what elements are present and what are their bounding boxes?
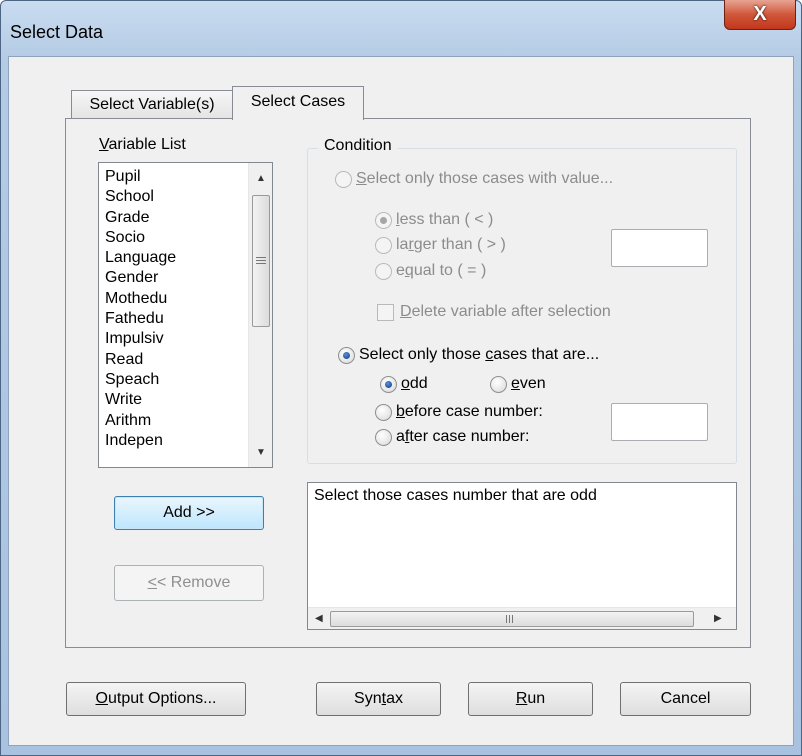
radio-icon: [375, 428, 392, 446]
horizontal-scrollbar[interactable]: ◀ ▶: [308, 607, 736, 629]
tab-select-cases[interactable]: Select Cases: [232, 86, 364, 120]
variable-list-item[interactable]: School: [105, 187, 176, 207]
button-label: Syntax: [354, 690, 403, 707]
scroll-up-icon[interactable]: ▲: [256, 173, 266, 184]
variable-list-item[interactable]: Pupil: [105, 167, 176, 187]
checkbox-label: Delete variable after selection: [400, 303, 611, 320]
variable-list-item[interactable]: Mothedu: [105, 289, 176, 309]
radio-even[interactable]: even: [490, 375, 546, 393]
tab-label: Select Variable(s): [89, 96, 215, 113]
checkbox-icon: [377, 303, 394, 321]
variable-items: Pupil School Grade Socio Language Gender Mothe…: [105, 167, 176, 451]
radio-icon: [375, 236, 392, 254]
radio-less-than[interactable]: less than ( < ): [375, 211, 493, 229]
variable-list-item[interactable]: Fathedu: [105, 309, 176, 329]
radio-icon: [335, 170, 352, 188]
button-label: Output Options...: [95, 690, 217, 707]
add-button[interactable]: Add >>: [114, 496, 264, 530]
remove-button-label: << Remove: [148, 574, 231, 592]
scrollbar-thumb[interactable]: [252, 195, 270, 327]
radio-label: after case number:: [396, 428, 530, 445]
variable-list-item[interactable]: Write: [105, 390, 176, 410]
radio-label: less than ( < ): [396, 211, 494, 228]
radio-before-case-number[interactable]: before case number:: [375, 403, 543, 421]
run-button[interactable]: Run: [468, 682, 593, 716]
radio-icon: [375, 403, 392, 421]
radio-label: even: [511, 375, 546, 392]
variable-list-item[interactable]: Read: [105, 350, 176, 370]
variable-list-item[interactable]: Speach: [105, 370, 176, 390]
scroll-left-icon[interactable]: ◀: [315, 613, 323, 624]
delete-variable-checkbox[interactable]: Delete variable after selection: [377, 303, 611, 321]
radio-label: equal to ( = ): [396, 262, 487, 279]
radio-odd[interactable]: odd: [380, 375, 428, 393]
radio-icon: [338, 346, 355, 364]
radio-select-by-value[interactable]: Select only those cases with value...: [335, 170, 613, 188]
remove-button[interactable]: << Remove: [114, 565, 264, 601]
cancel-button[interactable]: Cancel: [620, 682, 751, 716]
selection-description-box[interactable]: Select those cases number that are odd ◀…: [307, 482, 737, 630]
condition-label: Condition: [318, 137, 398, 155]
scroll-down-icon[interactable]: ▼: [256, 447, 266, 458]
variable-list-item[interactable]: Language: [105, 248, 176, 268]
tab-label: Select Cases: [250, 93, 346, 110]
add-button-label: Add >>: [163, 504, 215, 521]
label-mnemonic: <: [147, 574, 157, 591]
radio-select-by-case[interactable]: Select only those cases that are...: [338, 346, 599, 364]
button-label: Cancel: [660, 690, 711, 707]
radio-label: Select only those cases with value...: [356, 170, 614, 187]
radio-label: before case number:: [396, 403, 543, 420]
variable-list-item[interactable]: Indepen: [105, 431, 176, 451]
scrollbar-thumb[interactable]: [330, 611, 694, 627]
radio-icon: [380, 375, 397, 393]
radio-after-case-number[interactable]: after case number:: [375, 428, 529, 446]
label-text: < Remove: [156, 574, 231, 591]
scroll-right-icon[interactable]: ▶: [714, 613, 722, 624]
case-number-input[interactable]: [611, 403, 708, 441]
window-title: Select Data: [10, 22, 104, 42]
close-button[interactable]: X: [724, 0, 796, 30]
label-text: ariable List: [108, 136, 186, 153]
radio-label: odd: [401, 375, 428, 392]
radio-equal-to[interactable]: equal to ( = ): [375, 262, 486, 280]
radio-larger-than[interactable]: larger than ( > ): [375, 236, 506, 254]
variable-list-item[interactable]: Grade: [105, 208, 176, 228]
selection-description-text: Select those cases number that are odd: [314, 487, 597, 504]
output-options-button[interactable]: Output Options...: [66, 682, 246, 716]
close-icon: X: [753, 3, 767, 25]
tab-select-variables[interactable]: Select Variable(s): [71, 90, 233, 118]
radio-icon: [490, 375, 507, 393]
variable-list-item[interactable]: Impulsiv: [105, 329, 176, 349]
variable-list-item[interactable]: Gender: [105, 268, 176, 288]
variable-list-item[interactable]: Arithm: [105, 411, 176, 431]
radio-icon: [375, 211, 392, 229]
radio-label: larger than ( > ): [396, 236, 506, 253]
radio-icon: [375, 262, 392, 280]
vertical-scrollbar[interactable]: ▲ ▼: [248, 163, 272, 467]
variable-list-item[interactable]: Socio: [105, 228, 176, 248]
radio-label: Select only those cases that are...: [359, 346, 600, 363]
variable-listbox[interactable]: Pupil School Grade Socio Language Gender Mothe…: [98, 162, 273, 468]
syntax-button[interactable]: Syntax: [316, 682, 441, 716]
variable-list-label: Variable List: [99, 136, 186, 154]
value-input[interactable]: [611, 229, 708, 267]
button-label: Run: [515, 690, 546, 707]
